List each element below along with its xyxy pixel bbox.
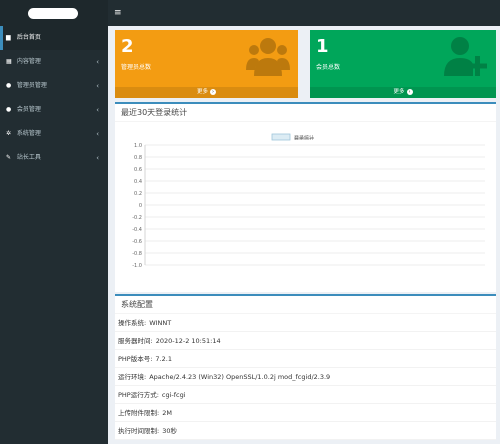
member-more-link[interactable]: 更多 › xyxy=(310,87,496,98)
info-value: Apache/2.4.23 (Win32) OpenSSL/1.0.2j mod… xyxy=(149,373,331,381)
panel-title: 系统配置 xyxy=(115,296,496,314)
logo-area[interactable] xyxy=(0,0,108,26)
y-tick-label: -0.4 xyxy=(132,227,142,233)
hamburger-icon[interactable]: ≡ xyxy=(114,8,124,18)
sidebar-item-label: 会员管理 xyxy=(16,106,41,113)
legend-swatch[interactable] xyxy=(271,133,291,141)
info-value: 2M xyxy=(162,409,172,417)
sidebar-item-label: 内容管理 xyxy=(16,58,41,65)
info-value: 30秒 xyxy=(162,427,177,435)
chevron-left-icon: ‹ xyxy=(96,106,99,114)
users-icon: ● xyxy=(6,82,12,89)
arrow-right-icon: › xyxy=(210,88,216,95)
info-row-upload-limit: 上传附件限制: 2M xyxy=(115,404,496,422)
info-label: 运行环境: xyxy=(118,373,147,381)
chevron-left-icon: ‹ xyxy=(96,154,99,162)
y-tick-label: -0.6 xyxy=(132,239,142,245)
y-tick-label: 0 xyxy=(139,203,142,209)
admin-count-card: 2 管理员总数 更多 › xyxy=(115,30,298,98)
system-config-panel: 系统配置 操作系统: WINNT 服务器时间: 2020-12-2 10:51:14… xyxy=(115,294,496,440)
info-label: PHP版本号: xyxy=(118,355,153,363)
info-row-php-mode: PHP运行方式: cgi-fcgi xyxy=(115,386,496,404)
admin-more-link[interactable]: 更多 › xyxy=(115,87,298,98)
info-value: WINNT xyxy=(149,319,172,327)
login-stats-chart: 登录统计 1.0 0.8 0.6 0.4 0.2 0 -0.2 -0.4 -0.6 -0.8 -1.0 xyxy=(132,133,485,269)
info-value: 2020-12-2 10:51:14 xyxy=(155,337,221,345)
info-label: 操作系统: xyxy=(118,319,147,327)
y-tick-label: 0.6 xyxy=(134,167,142,173)
y-tick-label: -0.2 xyxy=(132,215,142,221)
info-label: PHP运行方式: xyxy=(118,391,159,399)
arrow-right-icon: › xyxy=(406,88,413,95)
info-row-php-version: PHP版本号: 7.2.1 xyxy=(115,350,496,368)
info-row-environment: 运行环境: Apache/2.4.23 (Win32) OpenSSL/1.0.2… xyxy=(115,368,496,386)
y-tick-label: 0.4 xyxy=(134,179,142,185)
member-count-card: 1 会员总数 更多 › xyxy=(310,30,496,98)
grid-icon: ▦ xyxy=(6,58,12,65)
sidebar-item-system[interactable]: ✲ 系统管理 ‹ xyxy=(0,122,108,146)
sidebar-item-label: 后台首页 xyxy=(16,34,41,41)
login-stats-panel: 最近30天登录统计 登录统计 1.0 0.8 0.6 0.4 0.2 0 -0.2 -0.4 -0… xyxy=(115,102,496,292)
y-tick-label: 0.8 xyxy=(134,155,142,161)
sidebar-item-content[interactable]: ▦ 内容管理 ‹ xyxy=(0,50,108,74)
sidebar-item-members[interactable]: ● 会员管理 ‹ xyxy=(0,98,108,122)
chevron-left-icon: ‹ xyxy=(96,130,99,138)
dashboard-icon: ▆ xyxy=(6,34,11,41)
info-label: 上传附件限制: xyxy=(118,409,160,417)
users-icon xyxy=(246,38,290,76)
sidebar-item-tools[interactable]: ✎ 站长工具 ‹ xyxy=(0,146,108,170)
top-navbar: ≡ xyxy=(0,0,500,26)
y-tick-label: -0.8 xyxy=(132,251,142,257)
member-count-label: 会员总数 xyxy=(316,64,341,71)
panel-title: 最近30天登录统计 xyxy=(115,104,496,122)
user-plus-icon xyxy=(444,37,487,76)
user-group-icon: ● xyxy=(6,106,12,113)
info-value: cgi-fcgi xyxy=(161,391,186,399)
main-content: 2 管理员总数 更多 › 1 会员总数 更多 › 最近30天登录统计 登录统计 1.0… xyxy=(108,26,500,444)
sidebar-item-label: 站长工具 xyxy=(16,154,41,161)
info-label: 服务器时间: xyxy=(118,337,153,345)
legend-label[interactable]: 登录统计 xyxy=(294,135,314,142)
sidebar-item-admins[interactable]: ● 管理员管理 ‹ xyxy=(0,74,108,98)
info-row-os: 操作系统: WINNT xyxy=(115,314,496,332)
wrench-icon: ✎ xyxy=(6,154,12,161)
more-label: 更多 xyxy=(196,89,208,95)
y-tick-label: 1.0 xyxy=(134,143,142,149)
info-value: 7.2.1 xyxy=(155,355,172,363)
sidebar-item-dashboard[interactable]: ▆ 后台首页 xyxy=(0,26,108,50)
sidebar-item-label: 管理员管理 xyxy=(16,82,47,89)
admin-count-label: 管理员总数 xyxy=(121,64,152,71)
more-label: 更多 xyxy=(393,89,405,95)
info-row-server-time: 服务器时间: 2020-12-2 10:51:14 xyxy=(115,332,496,350)
member-count-value: 1 xyxy=(316,36,329,57)
admin-count-value: 2 xyxy=(121,36,134,57)
sidebar-item-label: 系统管理 xyxy=(16,130,41,137)
sidebar: ▆ 后台首页 ▦ 内容管理 ‹ ● 管理员管理 ‹ ● 会员管理 ‹ ✲ 系统管… xyxy=(0,26,108,444)
y-tick-label: 0.2 xyxy=(134,191,142,197)
redacted-logo xyxy=(28,8,78,19)
chevron-left-icon: ‹ xyxy=(96,58,99,66)
gear-icon: ✲ xyxy=(6,130,12,137)
info-row-exec-time: 执行时间限制: 30秒 xyxy=(115,422,496,440)
y-tick-label: -1.0 xyxy=(132,263,142,269)
chevron-left-icon: ‹ xyxy=(96,82,99,90)
info-label: 执行时间限制: xyxy=(118,427,160,435)
